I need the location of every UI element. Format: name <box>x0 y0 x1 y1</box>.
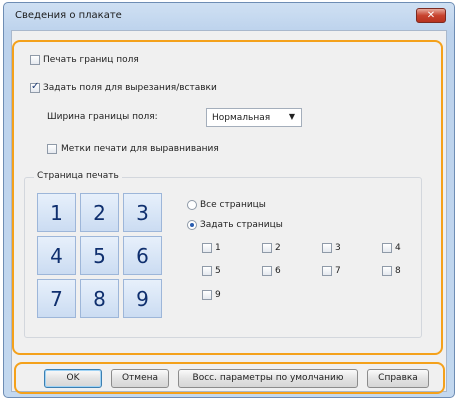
page-checkbox-label: 3 <box>335 243 341 253</box>
page-checkbox-label: 5 <box>215 266 221 276</box>
dropdown-arrow-icon: ▼ <box>288 112 295 121</box>
page-checkbox[interactable] <box>262 243 272 253</box>
page-tile[interactable]: 8 <box>80 279 119 318</box>
page-checkbox[interactable] <box>322 266 332 276</box>
page-tile[interactable]: 6 <box>123 236 162 275</box>
cut-paste-margins-checkbox[interactable] <box>30 81 40 93</box>
print-borders-checkbox[interactable] <box>30 55 40 65</box>
border-width-label: Ширина границы поля: <box>47 112 158 122</box>
all-pages-label: Все страницы <box>200 200 266 210</box>
page-tile[interactable]: 7 <box>37 279 76 318</box>
page-tile[interactable]: 2 <box>80 193 119 232</box>
title-bar: Сведения о плакате ✕ <box>4 3 454 29</box>
page-checkbox-label: 6 <box>275 266 281 276</box>
close-button[interactable]: ✕ <box>416 8 446 23</box>
cancel-button[interactable]: Отмена <box>111 369 169 388</box>
page-checkbox-label: 7 <box>335 266 341 276</box>
cut-paste-margins-label: Задать поля для вырезания/вставки <box>43 83 217 93</box>
page-tile[interactable]: 4 <box>37 236 76 275</box>
page-checkbox[interactable] <box>202 243 212 253</box>
close-icon: ✕ <box>426 10 436 21</box>
page-checkbox-label: 4 <box>395 243 401 253</box>
page-tile[interactable]: 9 <box>123 279 162 318</box>
border-width-value: Нормальная <box>212 113 271 123</box>
page-tile[interactable]: 5 <box>80 236 119 275</box>
specify-pages-label: Задать страницы <box>200 220 283 230</box>
page-checkbox[interactable] <box>202 266 212 276</box>
page-checkbox[interactable] <box>382 266 392 276</box>
dialog-title: Сведения о плакате <box>15 10 122 21</box>
print-borders-label: Печать границ поля <box>43 55 139 65</box>
page-checkbox-label: 9 <box>215 290 221 300</box>
restore-defaults-button[interactable]: Восс. параметры по умолчанию <box>178 369 358 388</box>
page-checkbox[interactable] <box>262 266 272 276</box>
page-checkbox[interactable] <box>322 243 332 253</box>
all-pages-radio[interactable] <box>187 200 197 210</box>
page-checkbox-label: 8 <box>395 266 401 276</box>
pages-group-title: Страница печать <box>34 171 122 181</box>
page-tile[interactable]: 1 <box>37 193 76 232</box>
page-checkbox[interactable] <box>202 290 212 300</box>
alignment-marks-label: Метки печати для выравнивания <box>61 144 219 154</box>
alignment-marks-checkbox[interactable] <box>47 144 57 154</box>
page-tile[interactable]: 3 <box>123 193 162 232</box>
specify-pages-radio[interactable] <box>187 220 197 230</box>
help-button[interactable]: Справка <box>367 369 429 388</box>
page-checkbox-label: 1 <box>215 243 221 253</box>
page-checkbox[interactable] <box>382 243 392 253</box>
border-width-select[interactable]: Нормальная ▼ <box>206 108 302 127</box>
ok-button[interactable]: OK <box>44 369 102 388</box>
page-checkbox-label: 2 <box>275 243 281 253</box>
